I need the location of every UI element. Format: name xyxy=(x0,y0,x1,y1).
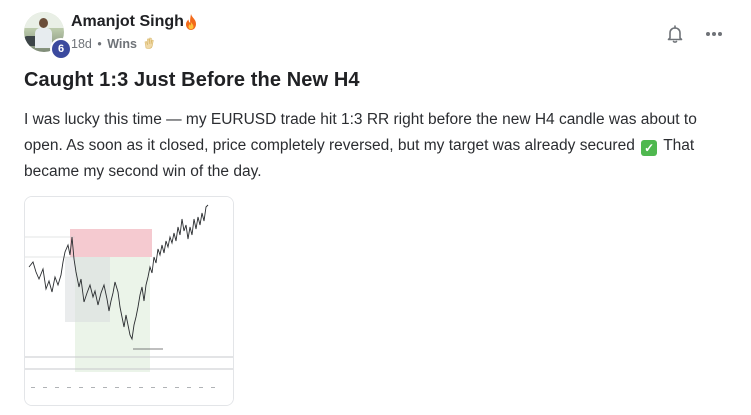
post-title: Caught 1:3 Just Before the New H4 xyxy=(24,69,360,91)
more-icon[interactable] xyxy=(703,24,725,44)
clap-icon xyxy=(145,37,155,49)
post-meta: 18d • Wins xyxy=(71,37,155,51)
trade-chart-image xyxy=(25,197,233,405)
author-name[interactable]: Amanjot Singh xyxy=(71,13,184,31)
meta-separator: • xyxy=(97,37,102,51)
post-body: I was lucky this time — my EURUSD trade … xyxy=(24,107,724,185)
bell-icon[interactable] xyxy=(665,24,685,44)
fire-icon xyxy=(186,14,196,30)
post-body-text-1: I was lucky this time — my EURUSD trade … xyxy=(24,111,697,154)
post-age: 18d xyxy=(71,37,92,51)
post-category[interactable]: Wins xyxy=(107,37,137,51)
level-badge: 6 xyxy=(50,38,72,60)
chart-image-attachment[interactable] xyxy=(24,196,234,406)
post-card: 6 Amanjot Singh 18d • Wins Caught 1:3 Ju… xyxy=(0,0,751,415)
author-avatar-wrap[interactable]: 6 xyxy=(24,12,72,60)
check-icon: ✓ xyxy=(641,140,658,156)
